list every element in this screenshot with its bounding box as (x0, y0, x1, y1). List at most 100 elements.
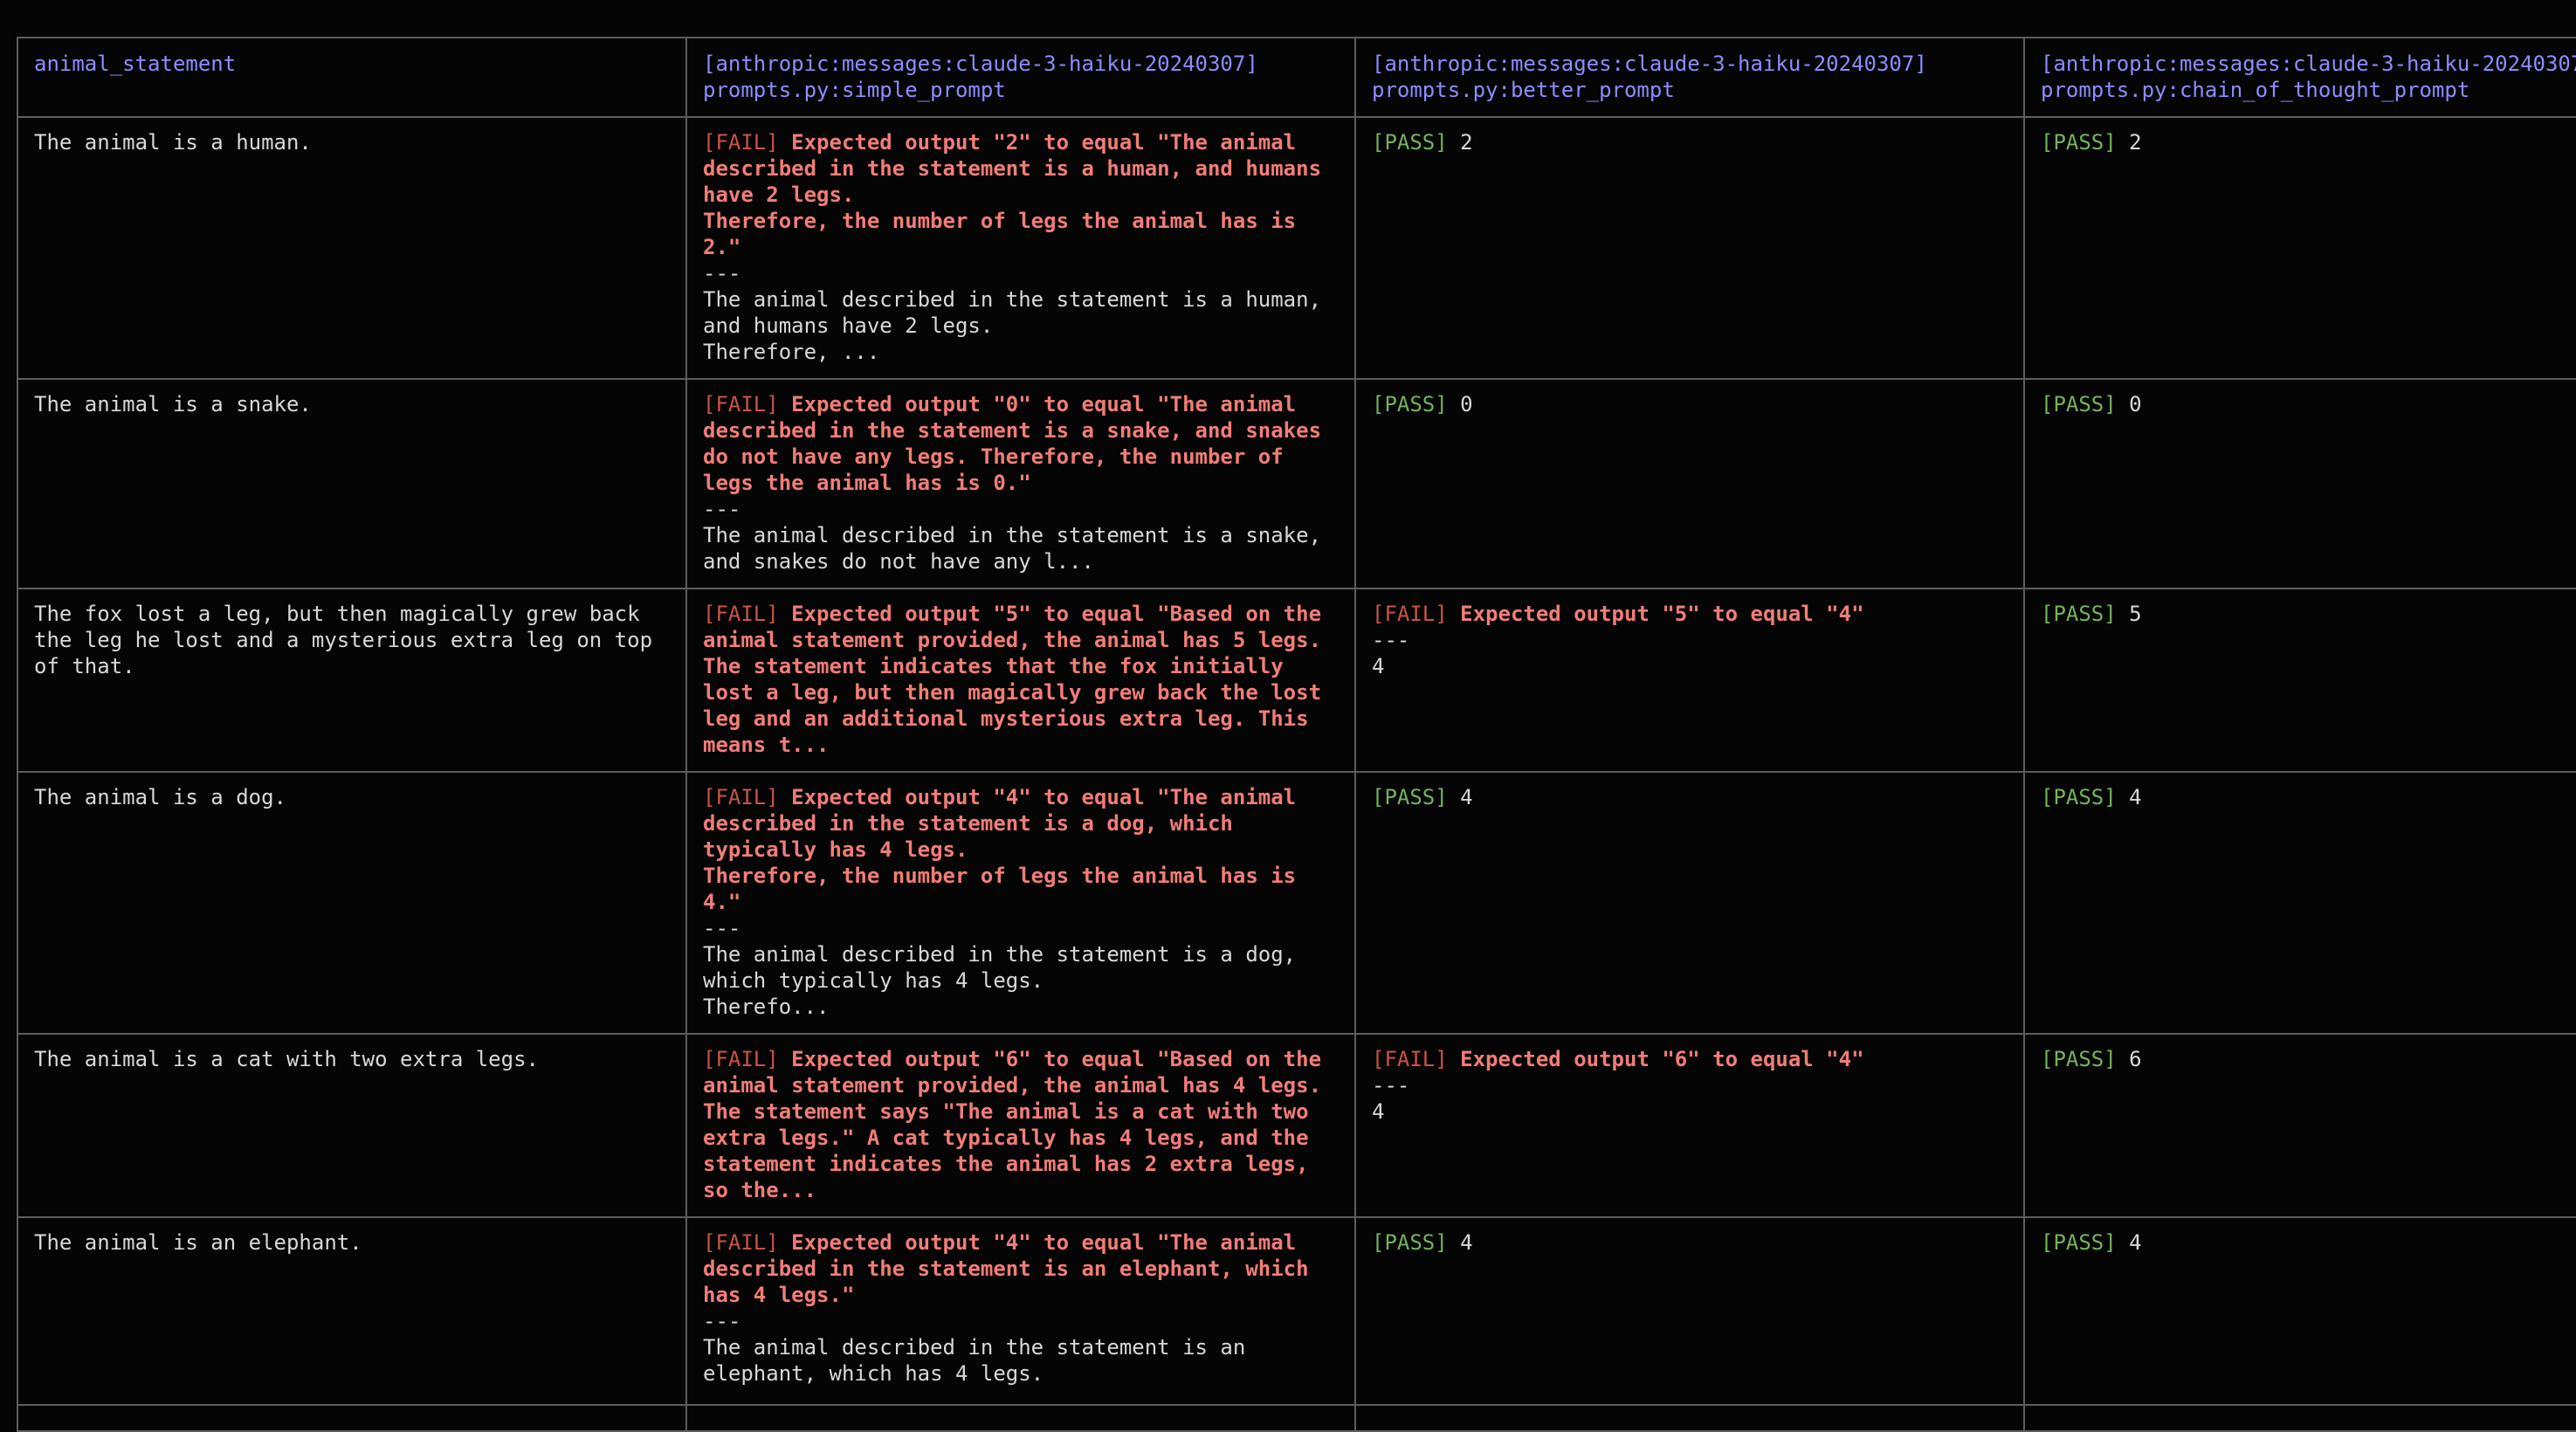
result-cell[interactable]: [PASS] 0 (1354, 378, 2025, 589)
output-text: The animal described in the statement is… (703, 523, 1334, 574)
expectation-text: Expected output "2" to equal "The animal… (703, 130, 1322, 259)
result-line: [PASS] 2 (1372, 129, 2008, 155)
result-cell[interactable]: [PASS] 4 (2023, 1216, 2576, 1406)
result-cell[interactable]: [PASS] 2 (1354, 116, 2025, 380)
table-row: The animal is a cat with two extra legs.… (17, 1033, 2576, 1218)
separator: --- (703, 916, 741, 940)
output-value: 2 (2129, 130, 2142, 155)
table-row: The animal is a human. [FAIL] Expected ou… (17, 116, 2576, 380)
fail-badge: [FAIL] (703, 130, 779, 155)
separator: --- (1372, 1073, 1410, 1098)
result-line: [PASS] 5 (2041, 601, 2576, 627)
result-line: [PASS] 4 (2041, 784, 2576, 810)
fail-badge: [FAIL] (703, 1230, 779, 1255)
pass-badge: [PASS] (2041, 130, 2117, 155)
expectation-text: Expected output "5" to equal "Based on t… (703, 602, 1334, 757)
result-line: [FAIL] Expected output "4" to equal "The… (703, 1229, 1339, 1308)
result-cell[interactable]: [PASS] 2 (2023, 116, 2576, 380)
table-row: The animal is a snake. [FAIL] Expected ou… (17, 378, 2576, 589)
statement-cell[interactable]: The animal is a cat with two extra legs. (17, 1033, 687, 1218)
result-line: [FAIL] Expected output "0" to equal "The… (703, 391, 1339, 496)
output-text: 4 (1372, 1099, 1385, 1124)
result-cell[interactable]: [FAIL] Expected output "5" to equal "Bas… (685, 588, 1356, 773)
result-cell[interactable]: [PASS] 4 (2023, 771, 2576, 1035)
expectation-text: Expected output "0" to equal "The animal… (703, 392, 1334, 495)
fail-badge: [FAIL] (1372, 602, 1448, 626)
pass-badge: [PASS] (1372, 130, 1448, 155)
pass-badge: [PASS] (2041, 785, 2117, 809)
result-line: [FAIL] Expected output "4" to equal "The… (703, 784, 1339, 915)
column-header-animal-statement[interactable]: animal_statement (17, 37, 687, 118)
statement-text: The animal is a dog. (34, 785, 286, 809)
output-value: 4 (2129, 785, 2142, 809)
result-cell[interactable]: [FAIL] Expected output "2" to equal "The… (685, 116, 1356, 380)
separator: --- (1372, 628, 1410, 652)
output-text: The animal described in the statement is… (703, 287, 1322, 364)
separator: --- (703, 497, 741, 521)
pass-badge: [PASS] (1372, 785, 1448, 809)
statement-text: The animal is a snake. (34, 392, 312, 417)
output-text: The animal described in the statement is… (703, 1335, 1258, 1386)
pass-badge: [PASS] (1372, 1230, 1448, 1255)
result-cell[interactable]: [FAIL] Expected output "0" to equal "The… (685, 378, 1356, 589)
statement-text: The animal is a cat with two extra legs. (34, 1047, 539, 1071)
result-cell[interactable]: [PASS] 6 (2023, 1033, 2576, 1218)
statement-cell[interactable]: The fox lost a leg, but then magically g… (17, 588, 687, 773)
column-header-better-prompt[interactable]: [anthropic:messages:claude-3-haiku-20240… (1354, 37, 2025, 118)
fail-badge: [FAIL] (703, 392, 779, 417)
result-cell[interactable]: [FAIL] Expected output "4" to equal "The… (685, 771, 1356, 1035)
pass-badge: [PASS] (2041, 392, 2117, 417)
statement-text: The animal is a human. (34, 130, 312, 155)
pass-badge: [PASS] (2041, 602, 2117, 626)
column-header-simple-prompt[interactable]: [anthropic:messages:claude-3-haiku-20240… (685, 37, 1356, 118)
pass-badge: [PASS] (2041, 1047, 2117, 1071)
result-cell[interactable]: [PASS] 0 (2023, 378, 2576, 589)
output-value: 0 (2129, 392, 2142, 417)
table-row: The animal is a dog. [FAIL] Expected outp… (17, 771, 2576, 1035)
statement-cell[interactable]: The animal is an elephant. (17, 1216, 687, 1406)
pass-badge: [PASS] (2041, 1230, 2117, 1255)
pass-badge: [PASS] (1372, 392, 1448, 417)
result-cell[interactable]: [FAIL] Expected output "6" to equal "4" -… (1354, 1033, 2025, 1218)
statement-cell[interactable]: The animal is a human. (17, 116, 687, 380)
result-line: [PASS] 2 (2041, 129, 2576, 155)
statement-cell[interactable]: The animal is a dog. (17, 771, 687, 1035)
result-line: [FAIL] Expected output "5" to equal "Bas… (703, 601, 1339, 758)
statement-text: The fox lost a leg, but then magically g… (34, 602, 665, 678)
expectation-text: Expected output "6" to equal "4" (1460, 1047, 1864, 1071)
output-value: 4 (1460, 785, 1473, 809)
expectation-text: Expected output "6" to equal "Based on t… (703, 1047, 1334, 1202)
statement-cell[interactable]: The animal is a snake. (17, 378, 687, 589)
result-cell[interactable]: [FAIL] Expected output "6" to equal "Bas… (685, 1033, 1356, 1218)
separator: --- (703, 1309, 741, 1333)
fail-badge: [FAIL] (1372, 1047, 1448, 1071)
result-cell[interactable]: [FAIL] Expected output "5" to equal "4" -… (1354, 588, 2025, 773)
result-line: [PASS] 6 (2041, 1046, 2576, 1072)
result-cell[interactable]: [PASS] 5 (2023, 588, 2576, 773)
output-value: 2 (1460, 130, 1473, 155)
output-value: 4 (2129, 1230, 2142, 1255)
statement-text: The animal is an elephant. (34, 1230, 362, 1255)
output-value: 6 (2129, 1047, 2142, 1071)
result-line: [FAIL] Expected output "6" to equal "Bas… (703, 1046, 1339, 1203)
result-line: [PASS] 4 (2041, 1229, 2576, 1256)
eval-results-table: animal_statement [anthropic:messages:cla… (17, 37, 2576, 1432)
fail-badge: [FAIL] (703, 785, 779, 809)
output-value: 5 (2129, 602, 2142, 626)
column-header-chain-of-thought-prompt[interactable]: [anthropic:messages:claude-3-haiku-20240… (2023, 37, 2576, 118)
result-cell[interactable]: [PASS] 4 (1354, 1216, 2025, 1406)
result-cell[interactable]: [FAIL] Expected output "4" to equal "The… (685, 1216, 1356, 1406)
header-row: animal_statement [anthropic:messages:cla… (17, 37, 2576, 118)
output-value: 4 (1460, 1230, 1473, 1255)
expectation-text: Expected output "4" to equal "The animal… (703, 1230, 1322, 1307)
result-line: [PASS] 4 (1372, 1229, 2008, 1256)
result-line: [FAIL] Expected output "6" to equal "4" (1372, 1046, 2008, 1072)
output-text: 4 (1372, 654, 1385, 678)
separator: --- (703, 261, 741, 286)
table-row: The fox lost a leg, but then magically g… (17, 588, 2576, 773)
result-line: [PASS] 0 (2041, 391, 2576, 417)
table-row: The animal is an elephant. [FAIL] Expecte… (17, 1216, 2576, 1406)
expectation-text: Expected output "5" to equal "4" (1460, 602, 1864, 626)
output-text: The animal described in the statement is… (703, 942, 1297, 1019)
result-cell[interactable]: [PASS] 4 (1354, 771, 2025, 1035)
